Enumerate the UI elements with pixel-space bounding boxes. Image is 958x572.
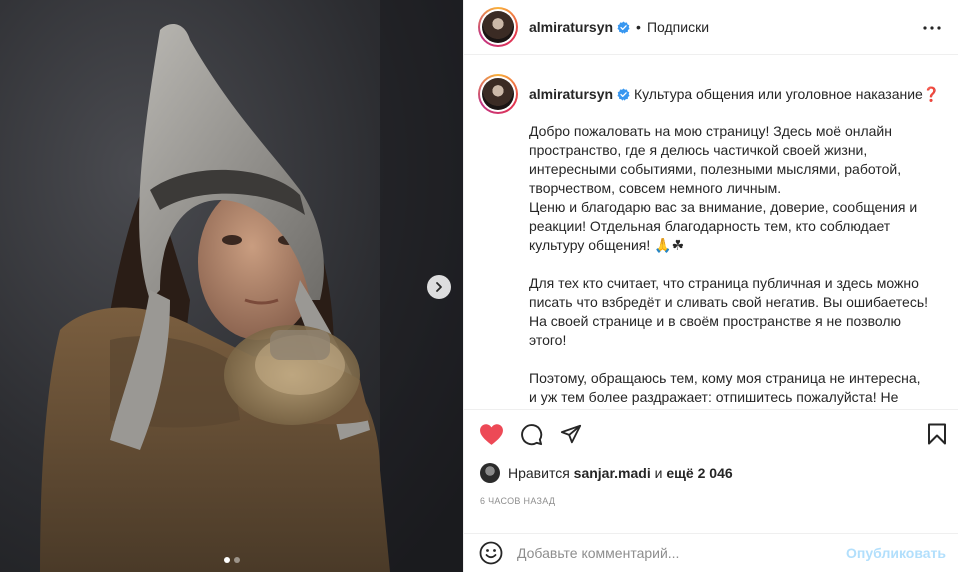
carousel-dot-active	[223, 557, 230, 563]
caption-area: almiratursyn Культура общения или уголов…	[464, 56, 958, 409]
following-button[interactable]: Подписки	[647, 19, 709, 35]
avatar[interactable]	[478, 7, 518, 47]
caption-avatar[interactable]	[478, 74, 518, 114]
post-media[interactable]	[0, 0, 463, 572]
post-photo	[0, 0, 463, 572]
separator-bullet: •	[636, 19, 641, 35]
post-details-panel: almiratursyn • Подписки almiratursyn Кул…	[464, 0, 958, 572]
comment-button[interactable]	[518, 421, 544, 447]
liker-avatar[interactable]	[480, 463, 500, 483]
carousel-indicator	[0, 557, 463, 563]
avatar-image	[482, 78, 514, 110]
emoji-picker-button[interactable]	[479, 541, 503, 565]
likes-count-link[interactable]: ещё 2 046	[666, 465, 732, 481]
paper-plane-icon	[560, 424, 582, 444]
likes-summary: Нравится sanjar.madi и ещё 2 046	[480, 463, 733, 483]
chevron-right-icon	[436, 282, 442, 292]
publish-button[interactable]: Опубликовать	[846, 545, 946, 561]
comment-input[interactable]	[517, 545, 837, 561]
caption-row: almiratursyn Культура общения или уголов…	[478, 74, 942, 114]
action-bar	[478, 421, 952, 451]
more-options-button[interactable]	[922, 18, 942, 38]
bookmark-icon	[928, 423, 946, 445]
three-dots-icon	[923, 26, 941, 30]
verified-badge-icon	[617, 88, 630, 101]
verified-badge-icon	[617, 20, 630, 34]
avatar-image	[482, 11, 514, 43]
liker-username-link[interactable]: sanjar.madi	[574, 465, 651, 481]
smiley-icon	[479, 541, 503, 565]
username-link[interactable]: almiratursyn	[529, 19, 613, 35]
save-button[interactable]	[924, 421, 950, 447]
caption-title-line: almiratursyn Культура общения или уголов…	[529, 85, 940, 114]
caption-title: Культура общения или уголовное наказание	[633, 86, 923, 102]
question-emoji: ❓	[922, 86, 941, 102]
comment-bar: Опубликовать	[464, 533, 958, 572]
carousel-next-button[interactable]	[427, 275, 451, 299]
likes-and: и	[654, 465, 663, 481]
post-header: almiratursyn • Подписки	[464, 0, 958, 55]
caption-username-link[interactable]: almiratursyn	[529, 86, 613, 102]
heart-filled-icon	[479, 423, 503, 445]
carousel-dot	[233, 557, 240, 563]
like-button[interactable]	[478, 421, 504, 447]
post-timestamp[interactable]: 6 часов назад	[480, 496, 555, 506]
caption-divider	[464, 409, 958, 410]
speech-bubble-icon	[520, 423, 542, 445]
likes-prefix: Нравится	[508, 465, 570, 481]
share-button[interactable]	[558, 421, 584, 447]
caption-body: Добро пожаловать на мою страницу! Здесь …	[529, 123, 929, 409]
